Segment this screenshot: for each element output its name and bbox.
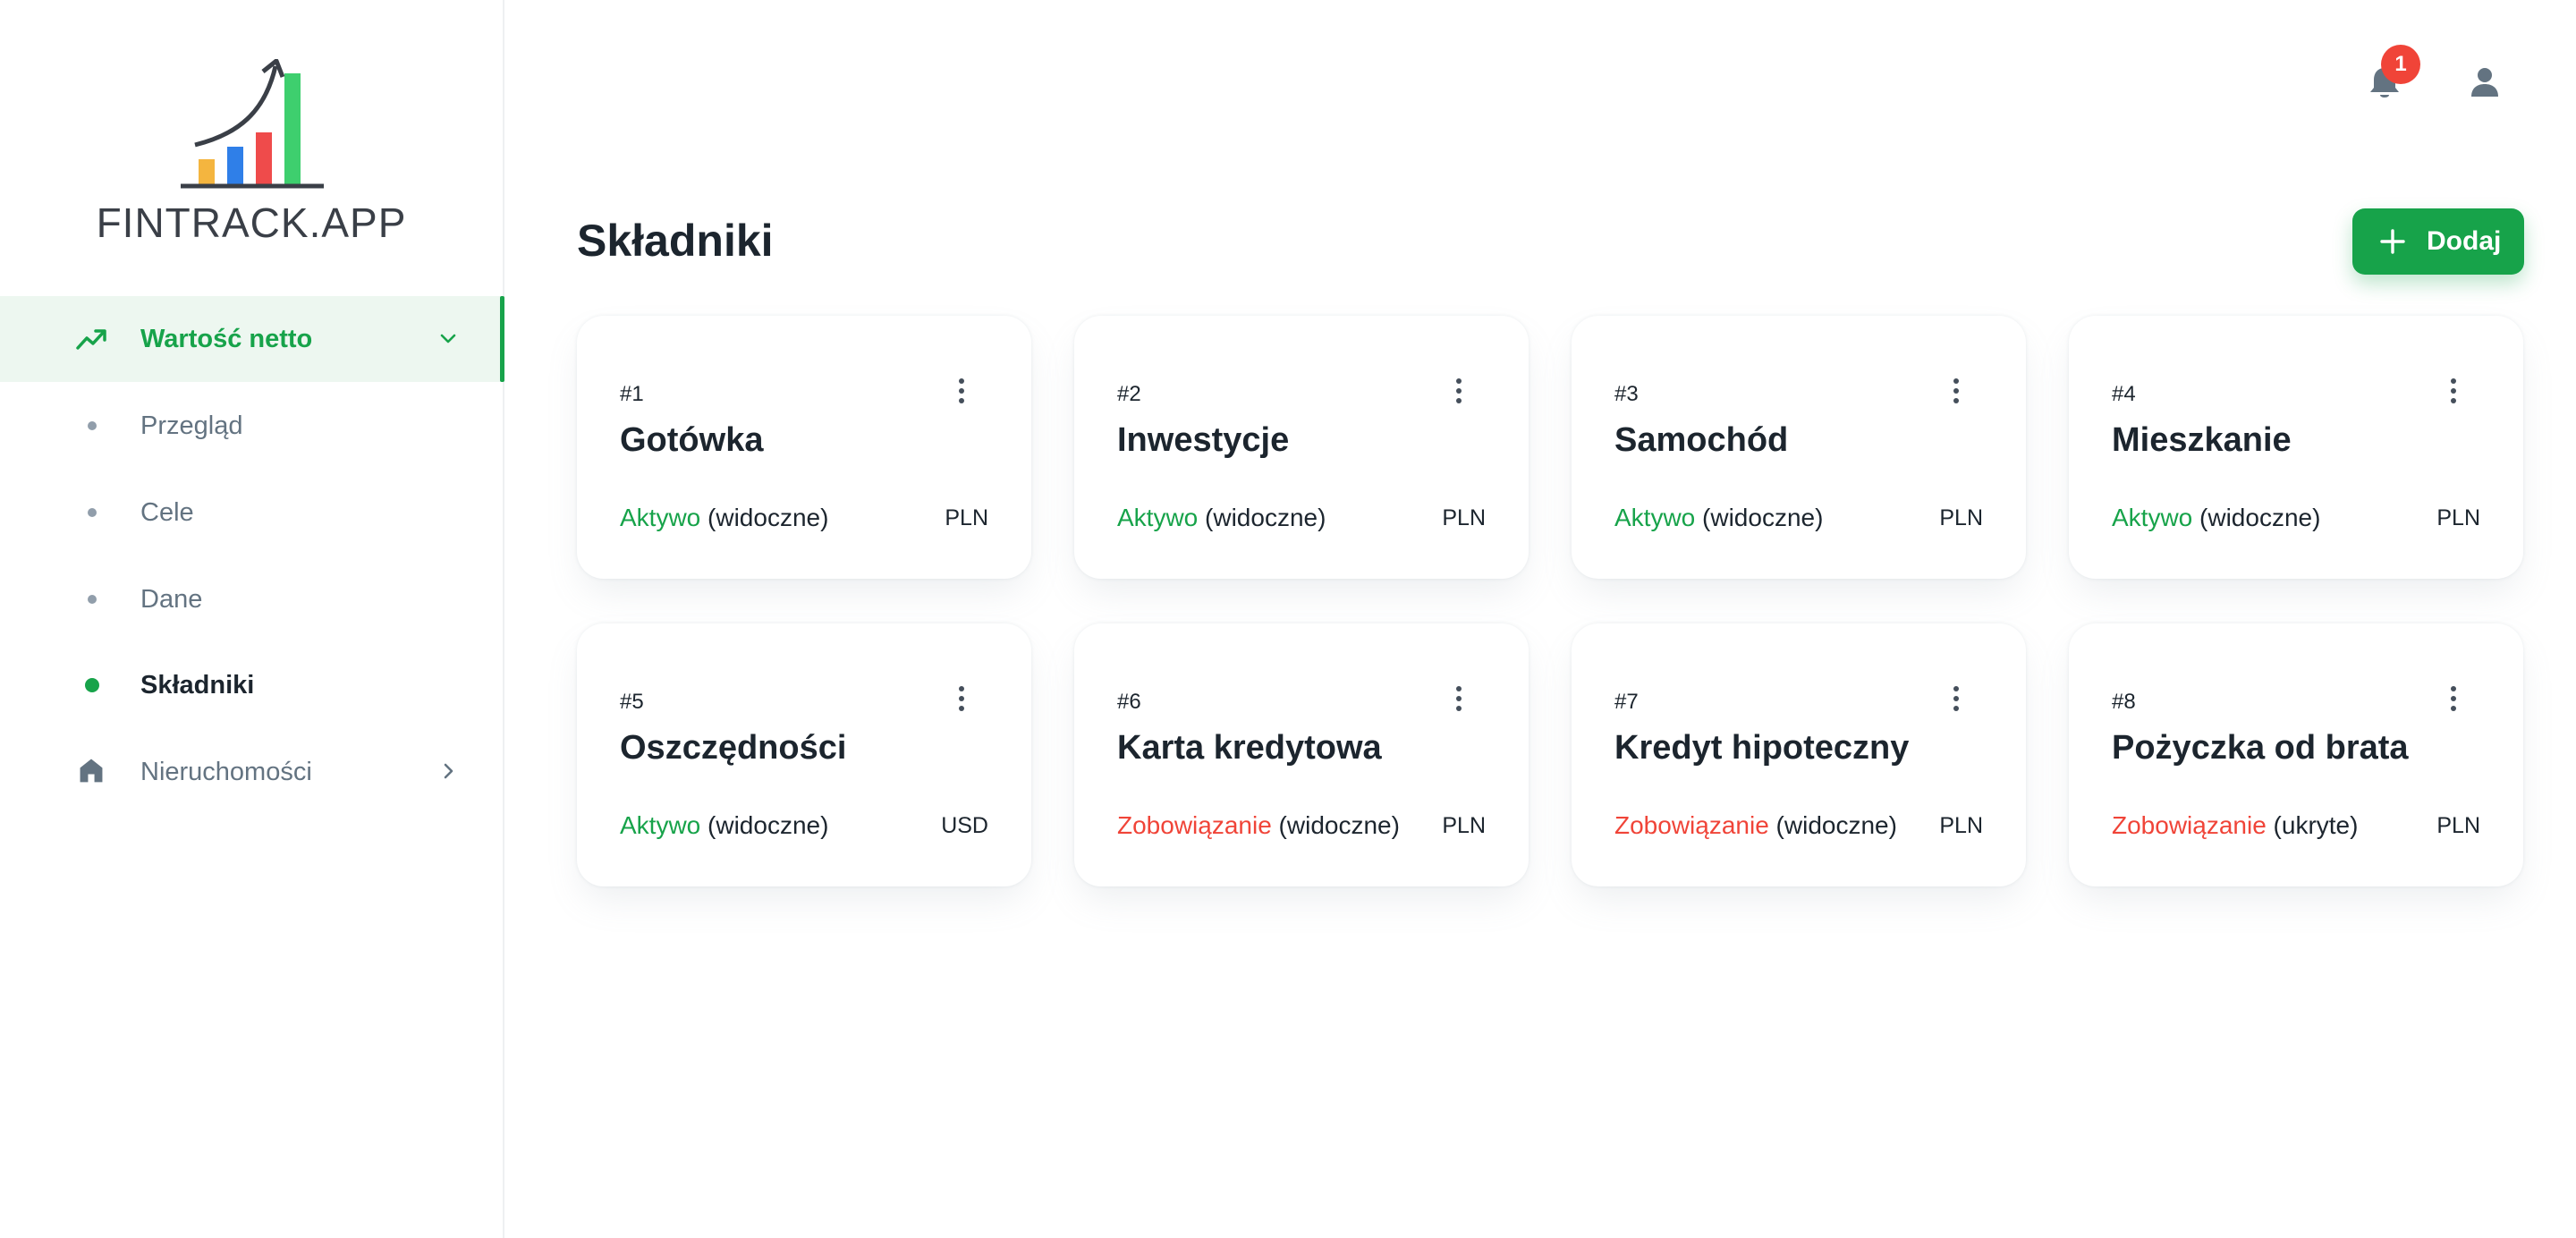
- component-card[interactable]: #4 Mieszkanie Aktywo (widoczne) PLN: [2069, 316, 2523, 579]
- card-title: Kredyt hipoteczny: [1614, 729, 1910, 767]
- card-number: #7: [1614, 690, 1639, 714]
- card-visibility: (widoczne): [1271, 811, 1400, 839]
- logo-chart-icon: [181, 59, 324, 189]
- user-icon[interactable]: [2467, 64, 2503, 100]
- card-type: Aktywo (widoczne): [620, 811, 828, 840]
- card-type: Aktywo (widoczne): [1614, 504, 1823, 532]
- card-number: #2: [1117, 382, 1141, 406]
- card-kind: Aktywo: [620, 504, 701, 531]
- component-card[interactable]: #8 Pożyczka od brata Zobowiązanie (ukryte)…: [2069, 623, 2523, 886]
- card-visibility: (widoczne): [2192, 504, 2321, 531]
- app-logo[interactable]: FINTRACK.APP: [0, 0, 503, 268]
- card-currency: PLN: [2436, 505, 2480, 530]
- more-vertical-icon[interactable]: [1951, 378, 1962, 405]
- sidebar-item-label: Przegląd: [140, 411, 243, 440]
- card-title: Mieszkanie: [2112, 421, 2292, 459]
- home-icon: [80, 759, 103, 783]
- chevron-down-icon: [440, 334, 456, 343]
- sidebar-item-components[interactable]: Składniki: [0, 642, 503, 728]
- more-vertical-icon[interactable]: [1453, 686, 1464, 713]
- card-title: Inwestycje: [1117, 421, 1290, 459]
- more-vertical-icon[interactable]: [956, 686, 967, 713]
- bullet-icon: [88, 508, 97, 517]
- component-card[interactable]: #6 Karta kredytowa Zobowiązanie (widoczne)…: [1074, 623, 1529, 886]
- component-card[interactable]: #5 Oszczędności Aktywo (widoczne) USD: [577, 623, 1031, 886]
- card-visibility: (widoczne): [1695, 504, 1824, 531]
- add-button-label: Dodaj: [2427, 226, 2502, 256]
- card-visibility: (widoczne): [1768, 811, 1897, 839]
- sidebar-item-label: Wartość netto: [140, 324, 313, 353]
- bullet-icon: [88, 421, 97, 430]
- card-visibility: (ukryte): [2266, 811, 2359, 839]
- card-number: #1: [620, 382, 644, 406]
- card-type: Zobowiązanie (ukryte): [2112, 811, 2358, 840]
- sidebar: FINTRACK.APP Wartość netto Przegląd Cele…: [0, 0, 504, 1238]
- card-visibility: (widoczne): [1198, 504, 1326, 531]
- card-type: Zobowiązanie (widoczne): [1614, 811, 1897, 840]
- card-visibility: (widoczne): [700, 504, 829, 531]
- sidebar-item-label: Składniki: [140, 670, 255, 700]
- component-card[interactable]: #7 Kredyt hipoteczny Zobowiązanie (widoczn…: [1572, 623, 2026, 886]
- card-title: Gotówka: [620, 421, 764, 459]
- card-currency: PLN: [2436, 813, 2480, 838]
- card-number: #4: [2112, 382, 2136, 406]
- card-title: Samochód: [1614, 421, 1789, 459]
- card-number: #5: [620, 690, 644, 714]
- card-kind: Zobowiązanie: [2112, 811, 2267, 839]
- card-title: Pożyczka od brata: [2112, 729, 2409, 767]
- card-visibility: (widoczne): [700, 811, 829, 839]
- card-kind: Zobowiązanie: [1614, 811, 1769, 839]
- card-kind: Aktywo: [2112, 504, 2193, 531]
- plus-icon: [2380, 229, 2405, 254]
- bullet-active-icon: [85, 678, 99, 692]
- card-currency: PLN: [1442, 505, 1486, 530]
- card-currency: PLN: [945, 505, 988, 530]
- card-number: #3: [1614, 382, 1639, 406]
- sidebar-item-data[interactable]: Dane: [0, 556, 503, 642]
- card-currency: PLN: [1442, 813, 1486, 838]
- card-title: Karta kredytowa: [1117, 729, 1382, 767]
- card-type: Aktywo (widoczne): [620, 504, 828, 532]
- component-card[interactable]: #2 Inwestycje Aktywo (widoczne) PLN: [1074, 316, 1529, 579]
- component-card[interactable]: #3 Samochód Aktywo (widoczne) PLN: [1572, 316, 2026, 579]
- more-vertical-icon[interactable]: [2448, 686, 2459, 713]
- more-vertical-icon[interactable]: [2448, 378, 2459, 405]
- logo-text: FINTRACK.APP: [96, 199, 407, 246]
- sidebar-item-goals[interactable]: Cele: [0, 470, 503, 555]
- chevron-right-icon: [444, 763, 453, 779]
- card-kind: Aktywo: [620, 811, 701, 839]
- more-vertical-icon[interactable]: [1951, 686, 1962, 713]
- card-kind: Aktywo: [1117, 504, 1199, 531]
- more-vertical-icon[interactable]: [956, 378, 967, 405]
- card-currency: USD: [941, 813, 988, 838]
- card-number: #6: [1117, 690, 1141, 714]
- active-indicator: [500, 296, 504, 382]
- sidebar-item-net-worth[interactable]: Wartość netto: [0, 296, 504, 382]
- trending-up-icon: [76, 329, 106, 350]
- sidebar-item-label: Nieruchomości: [140, 757, 312, 786]
- card-number: #8: [2112, 690, 2136, 714]
- more-vertical-icon[interactable]: [1453, 378, 1464, 405]
- page-title: Składniki: [577, 216, 774, 266]
- sidebar-item-label: Dane: [140, 584, 203, 614]
- card-type: Zobowiązanie (widoczne): [1117, 811, 1400, 840]
- card-type: Aktywo (widoczne): [1117, 504, 1326, 532]
- bullet-icon: [88, 595, 97, 604]
- sidebar-item-overview[interactable]: Przegląd: [0, 383, 503, 469]
- card-kind: Aktywo: [1614, 504, 1696, 531]
- card-currency: PLN: [1939, 813, 1983, 838]
- sidebar-item-real-estate[interactable]: Nieruchomości: [0, 729, 503, 815]
- add-button[interactable]: Dodaj: [2352, 208, 2524, 275]
- card-title: Oszczędności: [620, 729, 847, 767]
- component-card[interactable]: #1 Gotówka Aktywo (widoczne) PLN: [577, 316, 1031, 579]
- card-type: Aktywo (widoczne): [2112, 504, 2320, 532]
- card-currency: PLN: [1939, 505, 1983, 530]
- card-kind: Zobowiązanie: [1117, 811, 1272, 839]
- notification-badge: 1: [2381, 45, 2420, 84]
- sidebar-item-label: Cele: [140, 497, 194, 527]
